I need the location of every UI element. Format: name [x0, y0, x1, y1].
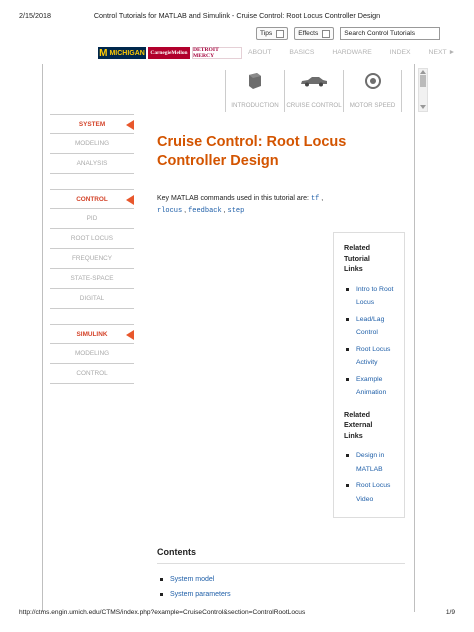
print-title: Control Tutorials for MATLAB and Simulin…: [93, 11, 381, 20]
introduction-box-icon: [247, 72, 263, 90]
sidebar-item-simulink-control[interactable]: CONTROL: [50, 364, 134, 384]
contents-item-system-model[interactable]: System model: [157, 572, 405, 587]
sidebar-item-digital[interactable]: DIGITAL: [50, 289, 134, 309]
nav-hardware[interactable]: HARDWARE: [332, 49, 371, 56]
example-tabs: INTRODUCTION CRUISE CONTROL MOTOR SPEED: [225, 70, 402, 112]
tab-motor-speed-label: MOTOR SPEED: [349, 102, 396, 109]
nav-index[interactable]: INDEX: [390, 49, 411, 56]
carnegie-mellon-logo[interactable]: CarnegieMellon: [148, 47, 190, 59]
cmd-step-link[interactable]: step: [228, 207, 245, 215]
michigan-wordmark: MICHIGAN: [109, 49, 145, 57]
contents-item-system-parameters[interactable]: System parameters: [157, 587, 405, 602]
tab-cruise-control[interactable]: CRUISE CONTROL: [284, 70, 343, 112]
main-content: Cruise Control: Root Locus Controller De…: [157, 133, 407, 217]
search-input[interactable]: Search Control Tutorials: [340, 27, 441, 40]
top-navigation: ABOUT BASICS HARDWARE INDEX NEXT ►: [248, 49, 455, 56]
motor-icon: [364, 72, 381, 90]
detroit-mercy-logo[interactable]: DETROIT MERCY: [192, 47, 242, 59]
intro-paragraph: Key MATLAB commands used in this tutoria…: [157, 193, 407, 217]
related-tutorial-heading: Related Tutorial Links: [344, 243, 370, 273]
related-link-root-locus-activity[interactable]: Root Locus Activity: [344, 343, 404, 370]
external-link-design-matlab[interactable]: Design in MATLAB: [344, 449, 404, 476]
print-page-number: 1/9: [445, 609, 455, 616]
tab-cruise-control-label: CRUISE CONTROL: [286, 102, 342, 109]
car-icon: [300, 72, 328, 90]
tab-motor-speed[interactable]: MOTOR SPEED: [343, 70, 402, 112]
related-external-heading: Related External Links: [344, 409, 373, 440]
scroll-thumb[interactable]: [420, 75, 426, 87]
sidebar-item-frequency[interactable]: FREQUENCY: [50, 249, 134, 269]
sidebar-item-simulink-modeling[interactable]: MODELING: [50, 344, 134, 364]
nav-next[interactable]: NEXT ►: [429, 49, 456, 56]
contents-list: System model System parameters: [157, 572, 405, 602]
cmd-rlocus-link[interactable]: rlocus: [157, 207, 182, 215]
related-tutorial-list: Intro to Root Locus Lead/Lag Control Roo…: [344, 283, 404, 400]
scroll-down-arrow-icon[interactable]: [420, 105, 426, 109]
effects-label: Effects: [298, 30, 319, 37]
external-link-root-locus-video[interactable]: Root Locus Video: [344, 479, 404, 506]
tips-checkbox[interactable]: [276, 29, 285, 38]
scroll-up-arrow-icon[interactable]: [420, 70, 426, 74]
cmd-feedback-link[interactable]: feedback: [188, 207, 222, 215]
contents-title: Contents: [157, 547, 405, 564]
sidebar-item-control-label: CONTROL: [76, 195, 108, 203]
tab-introduction[interactable]: INTRODUCTION: [225, 70, 284, 112]
university-logos: M MICHIGAN CarnegieMellon DETROIT MERCY: [98, 47, 242, 59]
related-links-box: Related Tutorial Links Intro to Root Loc…: [333, 232, 405, 518]
frame-left-border: [42, 64, 43, 612]
contents-section: Contents System model System parameters: [157, 547, 405, 602]
sidebar-item-state-space[interactable]: STATE-SPACE: [50, 269, 134, 289]
sidebar-item-control[interactable]: CONTROL: [50, 189, 134, 209]
intro-text: Key MATLAB commands used in this tutoria…: [157, 195, 311, 202]
effects-checkbox[interactable]: [322, 29, 331, 38]
related-link-intro-root-locus[interactable]: Intro to Root Locus: [344, 283, 404, 310]
frame-right-border: [414, 64, 415, 612]
triangle-left-icon: [126, 330, 134, 340]
sidebar-item-modeling[interactable]: MODELING: [50, 134, 134, 154]
nav-about[interactable]: ABOUT: [248, 49, 271, 56]
print-footer: http://ctms.engin.umich.edu/CTMS/index.p…: [19, 609, 455, 619]
related-link-example-animation[interactable]: Example Animation: [344, 373, 404, 400]
related-external-list: Design in MATLAB Root Locus Video: [344, 449, 404, 506]
triangle-left-icon: [126, 120, 134, 130]
triangle-left-icon: [126, 195, 134, 205]
tips-toggle[interactable]: Tips: [256, 27, 289, 40]
sidebar-item-root-locus[interactable]: ROOT LOCUS: [50, 229, 134, 249]
sidebar-item-simulink-label: SIMULINK: [76, 330, 108, 338]
effects-toggle[interactable]: Effects: [294, 27, 335, 40]
print-url: http://ctms.engin.umich.edu/CTMS/index.p…: [19, 609, 306, 616]
toolbar: Tips Effects Search Control Tutorials: [256, 27, 441, 40]
michigan-logo[interactable]: M MICHIGAN: [98, 47, 146, 59]
comma-separator: ,: [319, 195, 324, 202]
tabs-scrollbar[interactable]: [418, 68, 428, 112]
sidebar-item-pid[interactable]: PID: [50, 209, 134, 229]
sidebar-item-analysis[interactable]: ANALYSIS: [50, 154, 134, 174]
michigan-m: M: [99, 47, 108, 59]
page-title: Cruise Control: Root Locus Controller De…: [157, 134, 347, 169]
tab-introduction-label: INTRODUCTION: [231, 102, 279, 109]
sidebar-item-simulink[interactable]: SIMULINK: [50, 324, 134, 344]
related-link-lead-lag[interactable]: Lead/Lag Control: [344, 313, 404, 340]
nav-basics[interactable]: BASICS: [289, 49, 314, 56]
sidebar-item-system[interactable]: SYSTEM: [50, 114, 134, 134]
print-header: 2/15/2018 Control Tutorials for MATLAB a…: [19, 11, 455, 21]
sidebar-item-system-label: SYSTEM: [78, 120, 106, 128]
tips-label: Tips: [260, 30, 273, 37]
sidebar: SYSTEM MODELING ANALYSIS CONTROL PID ROO…: [50, 114, 134, 384]
